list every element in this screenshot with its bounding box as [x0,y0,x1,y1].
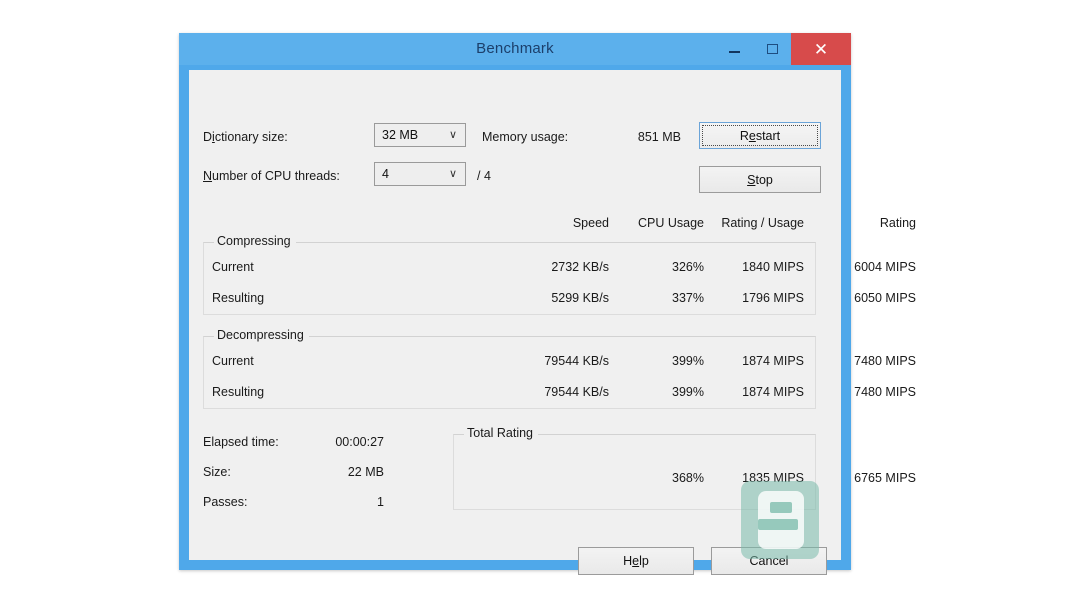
restart-button[interactable]: Restart [699,122,821,149]
decompressing-row-resulting-label: Resulting [212,385,265,399]
total-rating-cpu: 368% [672,471,704,485]
cpu-threads-total: / 4 [477,169,491,183]
table-cell: 79544 KB/s [544,385,609,399]
table-cell: 79544 KB/s [544,354,609,368]
caption-button-group: ✕ [715,33,851,65]
elapsed-time-value: 00:00:27 [335,435,384,449]
cancel-button[interactable]: Cancel [711,547,827,575]
size-label: Size: [203,465,231,479]
decompressing-row-current-label: Current [212,354,254,368]
total-rating-rating: 6765 MIPS [854,471,916,485]
chevron-down-icon: ∨ [448,128,458,141]
column-header-rating-usage: Rating / Usage [721,216,804,230]
dialog-client-area: Dictionary size: 32 MB ∨ Memory usage: 8… [189,70,916,575]
table-cell: 7480 MIPS [854,385,916,399]
help-button-label: Help [623,554,649,568]
table-cell: 6050 MIPS [854,291,916,305]
title-bar[interactable]: Benchmark ✕ [179,33,851,65]
elapsed-time-label: Elapsed time: [203,435,279,449]
total-rating-rating-usage: 1835 MIPS [742,471,804,485]
cpu-threads-select[interactable]: 4 ∨ [374,162,466,186]
table-cell: 5299 KB/s [551,291,609,305]
cpu-threads-value: 4 [382,167,389,181]
passes-label: Passes: [203,495,248,509]
column-header-cpu-usage: CPU Usage [638,216,704,230]
restart-button-label: Restart [739,128,781,143]
memory-usage-label: Memory usage: [482,130,569,144]
minimize-icon [728,51,740,53]
table-cell: 2732 KB/s [551,260,609,274]
passes-value: 1 [377,495,384,509]
table-cell: 1796 MIPS [742,291,804,305]
size-value: 22 MB [347,465,384,479]
close-icon: ✕ [813,39,829,59]
table-cell: 1840 MIPS [742,260,804,274]
dictionary-size-select[interactable]: 32 MB ∨ [374,123,466,147]
column-header-rating: Rating [879,216,916,230]
minimize-button[interactable] [715,33,753,65]
table-cell: 399% [672,385,704,399]
chevron-down-icon: ∨ [448,167,458,180]
table-cell: 6004 MIPS [854,260,916,274]
maximize-icon [766,44,778,54]
table-cell: 1874 MIPS [742,354,804,368]
dictionary-size-label: Dictionary size: [203,130,288,144]
table-cell: 337% [672,291,704,305]
compressing-group-title: Compressing [214,234,296,248]
memory-usage-value: 851 MB [637,130,681,144]
stop-button-label: Stop [747,172,773,187]
table-cell: 399% [672,354,704,368]
compressing-row-resulting-label: Resulting [212,291,265,305]
column-header-speed: Speed [572,216,609,230]
cancel-button-label: Cancel [749,554,789,568]
maximize-button[interactable] [753,33,791,65]
cpu-threads-label: Number of CPU threads: [203,169,340,183]
decompressing-group-title: Decompressing [214,328,309,342]
table-cell: 326% [672,260,704,274]
compressing-row-current-label: Current [212,260,254,274]
close-button[interactable]: ✕ [791,33,851,65]
dictionary-size-value: 32 MB [382,128,419,142]
help-button[interactable]: Help [578,547,694,575]
total-rating-group-title: Total Rating [464,426,539,440]
table-cell: 1874 MIPS [742,385,804,399]
stop-button[interactable]: Stop [699,166,821,193]
table-cell: 7480 MIPS [854,354,916,368]
benchmark-window: Benchmark ✕ Dictionary size: 32 MB ∨ Mem… [179,33,916,575]
